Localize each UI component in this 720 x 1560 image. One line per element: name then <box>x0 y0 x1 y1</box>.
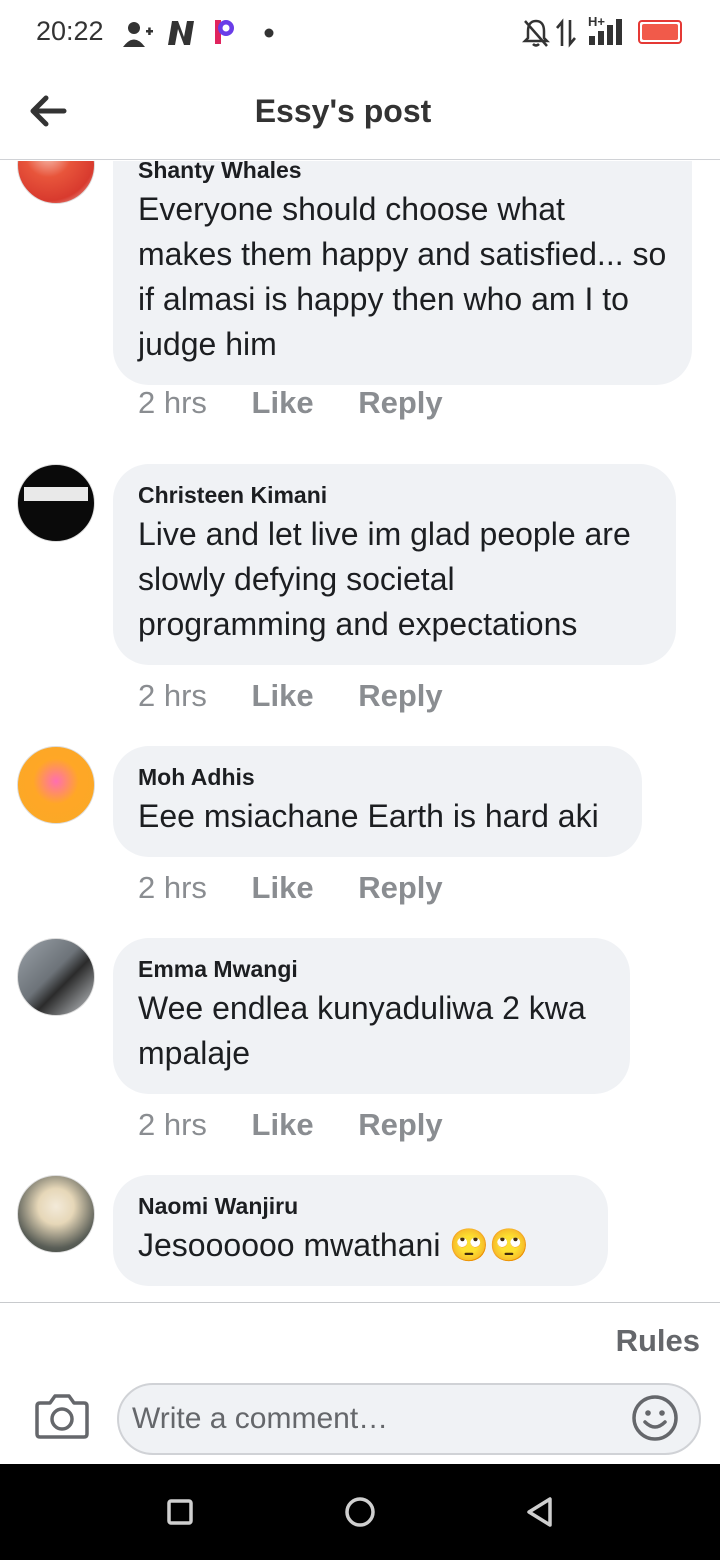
avatar[interactable] <box>17 1175 95 1253</box>
page-header: Essy's post <box>0 66 720 160</box>
comment-meta: 2 hrs Like Reply <box>138 385 479 421</box>
comment-time: 2 hrs <box>138 870 207 905</box>
like-button[interactable]: Like <box>252 1107 314 1142</box>
comment-bubble: Emma Mwangi Wee endlea kunyaduliwa 2 kwa… <box>113 938 630 1094</box>
avatar[interactable] <box>17 938 95 1016</box>
avatar[interactable] <box>17 161 95 204</box>
notification-dot-icon <box>264 28 274 38</box>
like-button[interactable]: Like <box>252 385 314 420</box>
circle-icon[interactable] <box>336 1488 384 1536</box>
app-p-icon <box>215 20 234 44</box>
comment-time: 2 hrs <box>138 385 207 420</box>
avatar[interactable] <box>17 464 95 542</box>
comment-meta: 2 hrs Like Reply <box>138 678 479 714</box>
battery-icon <box>638 20 682 44</box>
page-title: Essy's post <box>254 93 432 129</box>
comment-text: Jesoooooo mwathani 🙄🙄 <box>138 1227 529 1263</box>
comment-author[interactable]: Emma Mwangi <box>138 954 605 984</box>
comment-text: Eee msiachane Earth is hard aki <box>138 798 599 834</box>
netflix-n-icon <box>168 21 194 45</box>
comment-composer: Rules <box>0 1302 720 1464</box>
status-time: 20:22 <box>36 16 104 46</box>
system-nav-bar <box>0 1464 720 1560</box>
comment-time: 2 hrs <box>138 1107 207 1142</box>
reply-button[interactable]: Reply <box>358 1107 442 1142</box>
comment-bubble: Christeen Kimani Live and let live im gl… <box>113 464 676 665</box>
signal-icon <box>589 19 622 45</box>
reply-button[interactable]: Reply <box>358 678 442 713</box>
comment-author[interactable]: Christeen Kimani <box>138 480 651 510</box>
reply-button[interactable]: Reply <box>358 385 442 420</box>
camera-icon[interactable] <box>34 1391 90 1441</box>
comment-author[interactable]: Shanty Whales <box>138 161 667 185</box>
comment-time: 2 hrs <box>138 678 207 713</box>
comment-author[interactable]: Moh Adhis <box>138 762 617 792</box>
square-icon[interactable] <box>156 1488 204 1536</box>
add-contact-icon <box>123 22 153 47</box>
muted-bell-icon <box>522 19 550 47</box>
like-button[interactable]: Like <box>252 678 314 713</box>
data-transfer-icon <box>556 18 576 48</box>
comments-list: Shanty Whales Everyone should choose wha… <box>0 161 720 1302</box>
smiley-icon[interactable] <box>630 1393 680 1443</box>
comment-bubble: Naomi Wanjiru Jesoooooo mwathani 🙄🙄 <box>113 1175 608 1286</box>
triangle-back-icon[interactable] <box>516 1488 564 1536</box>
comment-input[interactable] <box>117 1383 701 1455</box>
comment-author[interactable]: Naomi Wanjiru <box>138 1191 583 1221</box>
comment-meta: 2 hrs Like Reply <box>138 870 479 906</box>
comment-text: Wee endlea kunyaduliwa 2 kwa mpalaje <box>138 990 586 1071</box>
status-bar: 20:22 H+ <box>0 0 720 66</box>
comment-bubble: Shanty Whales Everyone should choose wha… <box>113 161 692 385</box>
comment-bubble: Moh Adhis Eee msiachane Earth is hard ak… <box>113 746 642 857</box>
comment-meta: 2 hrs Like Reply <box>138 1107 479 1143</box>
reply-button[interactable]: Reply <box>358 870 442 905</box>
like-button[interactable]: Like <box>252 870 314 905</box>
comment-text: Live and let live im glad people are slo… <box>138 516 631 642</box>
comment-text: Everyone should choose what makes them h… <box>138 191 667 362</box>
avatar[interactable] <box>17 746 95 824</box>
rules-link[interactable]: Rules <box>616 1323 700 1359</box>
